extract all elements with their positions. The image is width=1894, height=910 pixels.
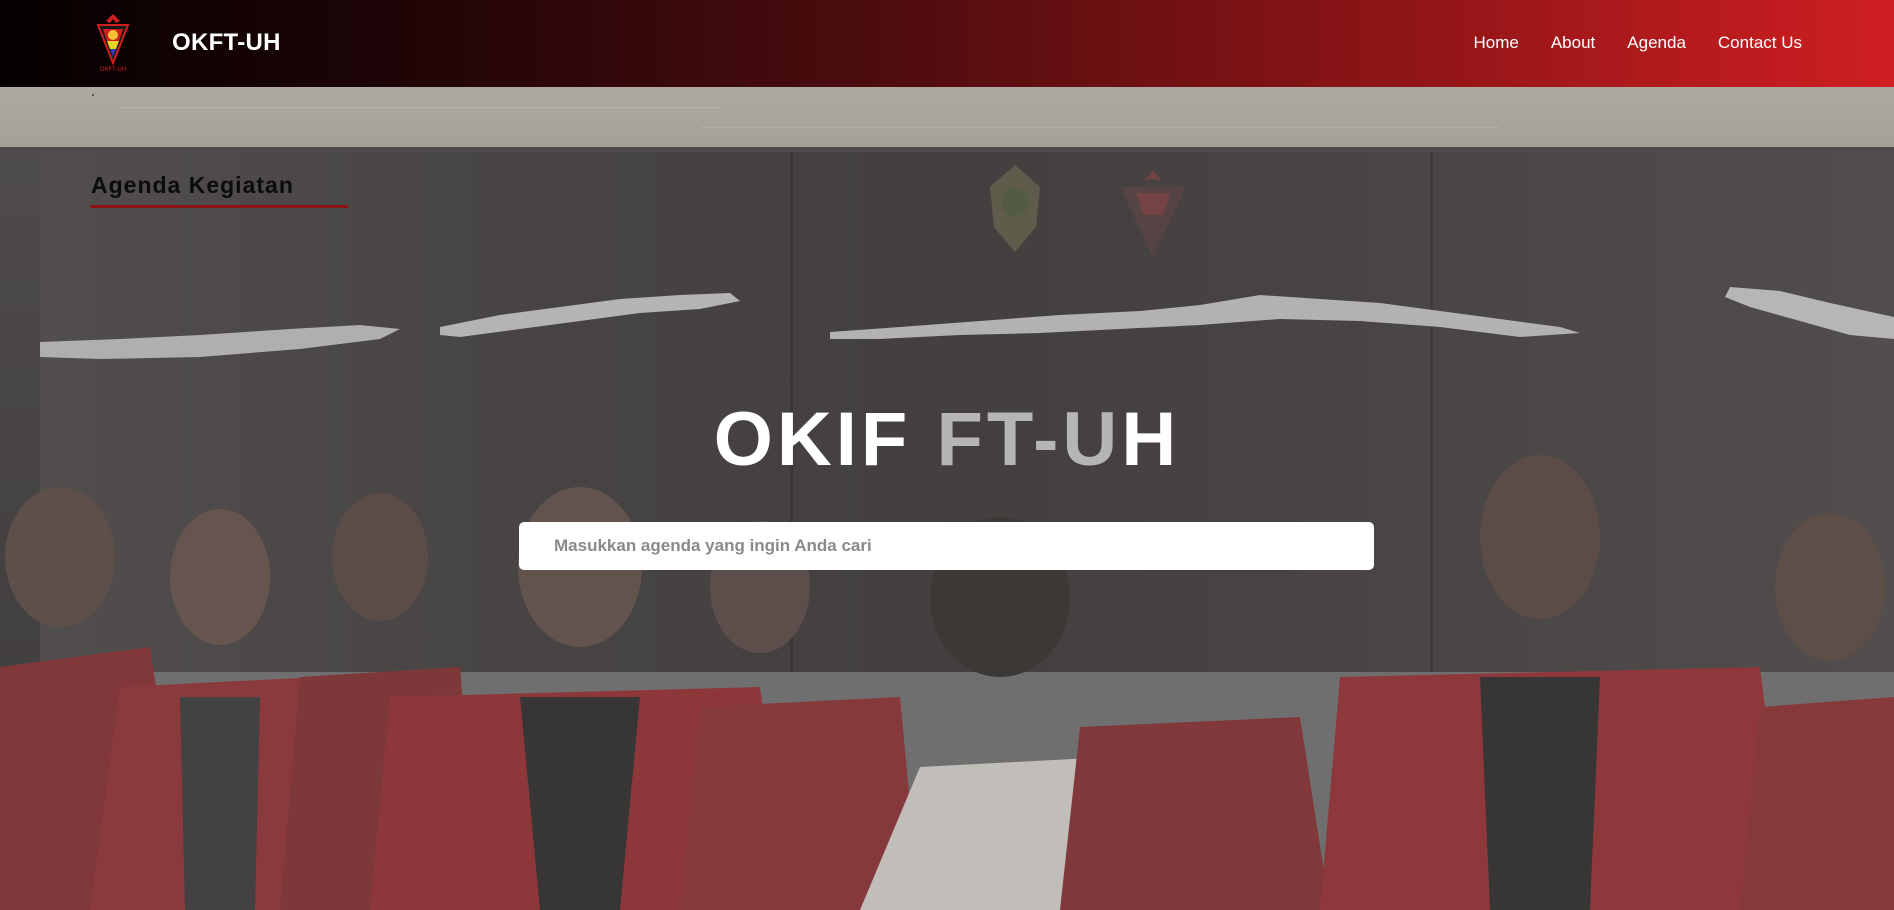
hero-heading: OKIF FT-UH xyxy=(0,402,1894,478)
main-nav: Home About Agenda Contact Us xyxy=(1473,33,1802,53)
hero-section: Agenda Kegiatan OKIF FT-UH xyxy=(0,87,1894,910)
hero-heading-part3: H xyxy=(1121,397,1181,482)
navbar: OKFT-UH OKFT-UH Home About Agenda Contac… xyxy=(0,0,1894,87)
hero-overlay xyxy=(0,87,1894,910)
section-title-agenda: Agenda Kegiatan xyxy=(91,172,294,198)
okft-uh-logo[interactable]: OKFT-UH xyxy=(92,11,134,74)
hero-heading-part1: OKIF xyxy=(713,397,937,482)
nav-link-about[interactable]: About xyxy=(1551,33,1595,53)
nav-link-contact-us[interactable]: Contact Us xyxy=(1718,33,1802,53)
brand-name[interactable]: OKFT-UH xyxy=(172,29,281,57)
logo-lettering: OKFT-UH xyxy=(100,67,126,73)
nav-link-home[interactable]: Home xyxy=(1473,33,1518,53)
agenda-search-input[interactable] xyxy=(519,522,1374,570)
nav-link-agenda[interactable]: Agenda xyxy=(1627,33,1686,53)
section-title-underline xyxy=(90,205,348,208)
hero-heading-part2: FT-U xyxy=(936,397,1122,482)
